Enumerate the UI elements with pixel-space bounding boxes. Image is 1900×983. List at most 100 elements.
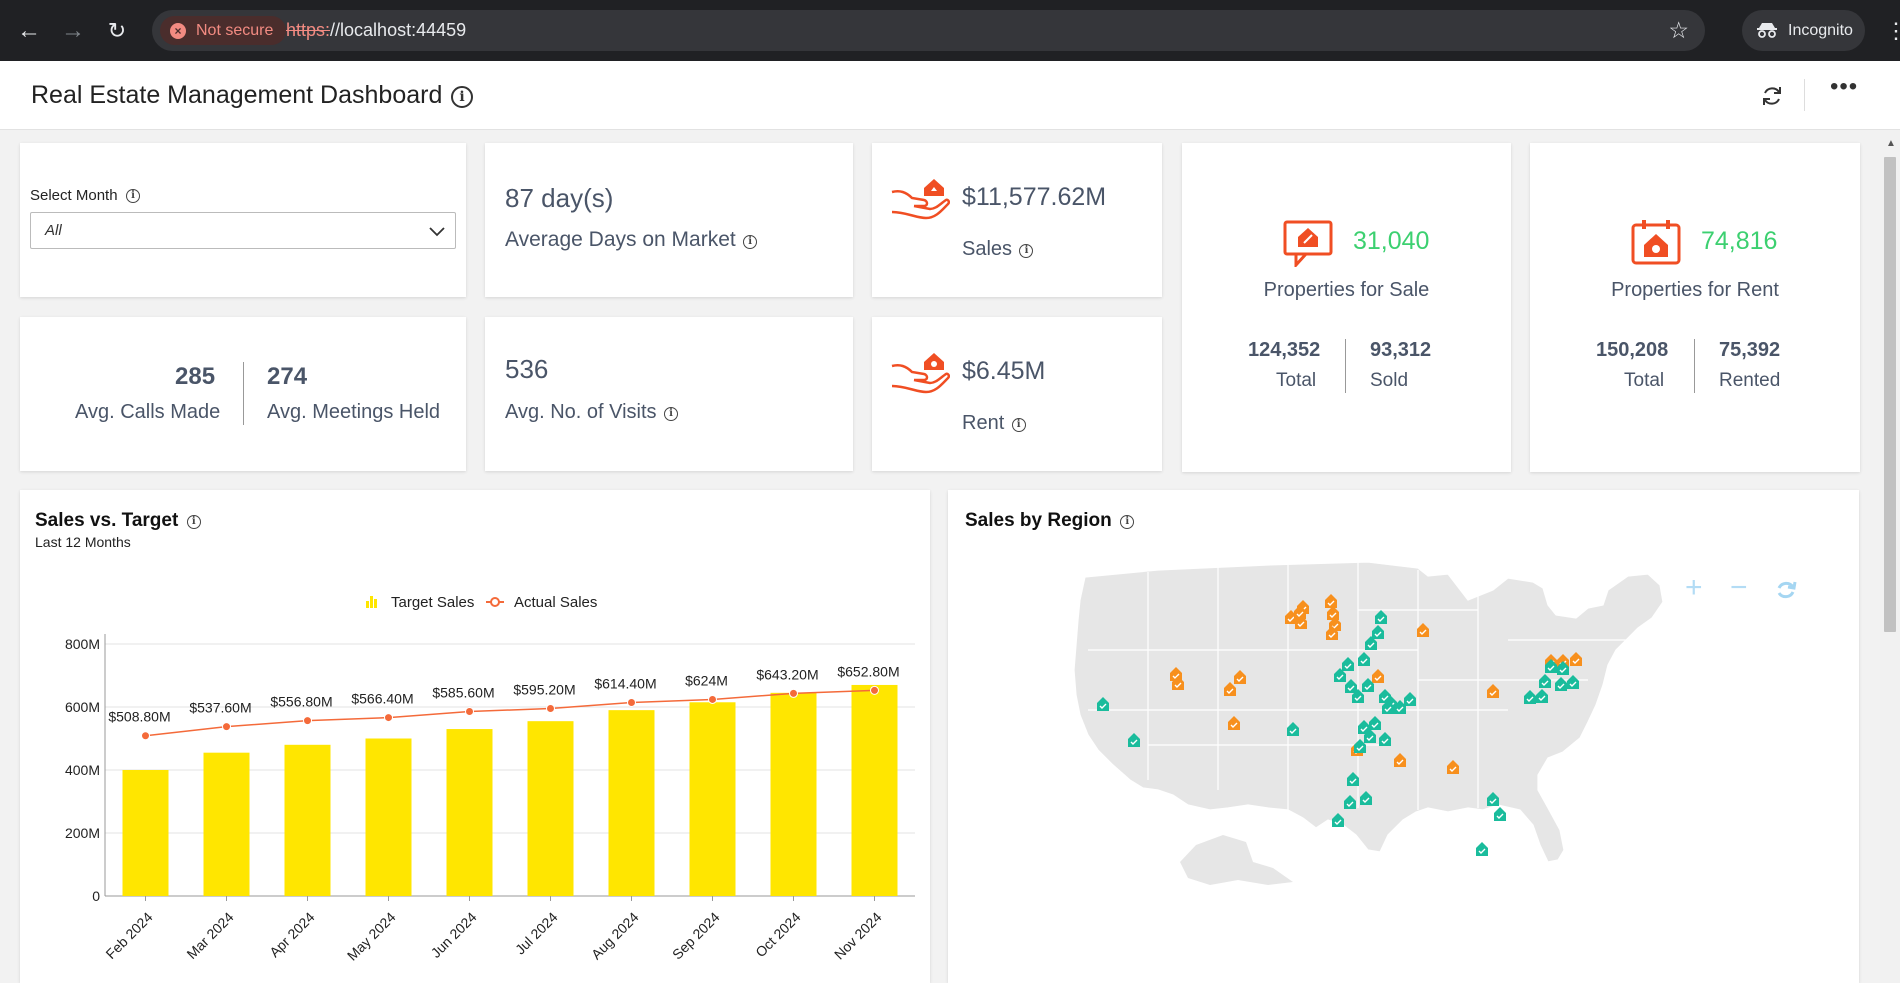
x-tick-label: Oct 2024 bbox=[752, 909, 804, 961]
back-icon[interactable]: ← bbox=[12, 14, 46, 48]
y-tick-label: 0 bbox=[92, 888, 100, 904]
divider bbox=[1345, 339, 1346, 393]
rent-card: $6.45M Rent i bbox=[872, 317, 1162, 471]
target-bar[interactable] bbox=[851, 684, 898, 896]
visits-card: 536 Avg. No. of Visits i bbox=[485, 317, 853, 471]
scroll-up-icon[interactable]: ▲ bbox=[1886, 138, 1896, 149]
actual-sales-point[interactable] bbox=[789, 688, 798, 698]
target-bar[interactable] bbox=[284, 744, 331, 896]
for-rent-total-value: 150,208 bbox=[1596, 339, 1669, 361]
actual-sales-point[interactable] bbox=[546, 704, 555, 714]
sale-location-marker[interactable] bbox=[1494, 807, 1506, 821]
refresh-icon[interactable] bbox=[1759, 83, 1785, 109]
us-mainland-shape bbox=[1073, 561, 1664, 863]
target-bar[interactable] bbox=[608, 710, 655, 896]
rent-calendar-icon bbox=[1631, 220, 1681, 265]
info-icon[interactable]: i bbox=[1019, 243, 1034, 258]
calls-value: 285 bbox=[175, 363, 216, 390]
x-tick-label: Nov 2024 bbox=[831, 909, 885, 963]
sale-location-marker[interactable] bbox=[1476, 842, 1488, 856]
info-icon[interactable]: i bbox=[743, 234, 758, 249]
legend-target-label: Target Sales bbox=[391, 594, 474, 611]
target-bar[interactable] bbox=[203, 752, 250, 896]
for-sale-sold-value: 93,312 bbox=[1370, 339, 1432, 361]
meetings-label: Avg. Meetings Held bbox=[267, 401, 441, 423]
title-info-icon[interactable]: i bbox=[451, 86, 473, 108]
for-rent-rented-value: 75,392 bbox=[1719, 339, 1781, 361]
calls-label: Avg. Calls Made bbox=[75, 401, 221, 423]
days-on-market-label: Average Days on Market bbox=[505, 228, 736, 251]
incognito-icon bbox=[1757, 23, 1777, 38]
target-bar[interactable] bbox=[689, 702, 736, 896]
incognito-badge[interactable]: Incognito bbox=[1742, 10, 1865, 51]
actual-sales-point[interactable] bbox=[384, 713, 393, 723]
y-tick-label: 400M bbox=[65, 762, 100, 778]
actual-sales-point[interactable] bbox=[870, 685, 879, 695]
sale-location-marker-shape bbox=[1476, 842, 1488, 856]
x-tick-label: Jul 2024 bbox=[512, 909, 561, 958]
data-label: $614.40M bbox=[594, 675, 656, 691]
for-sale-label: Properties for Sale bbox=[1263, 279, 1430, 301]
browser-menu-icon[interactable]: ⋮ bbox=[1885, 14, 1900, 48]
reload-icon[interactable]: ↻ bbox=[100, 14, 134, 48]
for-sale-sold-label: Sold bbox=[1370, 370, 1409, 391]
address-bar[interactable]: × Not secure https://localhost:44459 ☆ bbox=[152, 10, 1705, 51]
data-label: $652.80M bbox=[837, 663, 899, 679]
actual-sales-point[interactable] bbox=[222, 722, 231, 732]
data-label: $537.60M bbox=[189, 700, 251, 716]
data-label: $508.80M bbox=[108, 709, 170, 725]
sales-vs-target-card: Sales vs. Target i Last 12 Months Target… bbox=[20, 490, 930, 983]
security-chip[interactable]: × Not secure bbox=[160, 16, 287, 45]
x-tick-label: Apr 2024 bbox=[266, 909, 318, 961]
legend-actual-swatch[interactable] bbox=[486, 597, 504, 607]
data-label: $624M bbox=[685, 672, 728, 688]
meetings-value: 274 bbox=[267, 363, 308, 390]
target-bar[interactable] bbox=[365, 738, 412, 897]
month-filter-card: Select Month i All bbox=[20, 143, 466, 297]
data-label: $643.20M bbox=[756, 666, 818, 682]
more-options-icon[interactable]: ••• bbox=[1830, 73, 1858, 101]
target-bar[interactable] bbox=[122, 770, 169, 896]
actual-sales-point[interactable] bbox=[627, 697, 636, 707]
properties-for-rent-card: 74,816 Properties for Rent 150,208 Total… bbox=[1530, 143, 1860, 472]
properties-for-sale-card: 31,040 Properties for Sale 124,352 Total… bbox=[1182, 143, 1511, 472]
actual-sales-point[interactable] bbox=[708, 694, 717, 704]
page-scrollbar[interactable]: ▲ bbox=[1880, 130, 1900, 983]
url-host: //localhost:44459 bbox=[330, 20, 467, 40]
browser-toolbar: ← → ↻ × Not secure https://localhost:444… bbox=[0, 0, 1900, 61]
target-bar[interactable] bbox=[446, 729, 493, 896]
info-icon[interactable]: i bbox=[126, 188, 140, 203]
month-select[interactable]: All bbox=[30, 212, 456, 249]
rent-label: Rent bbox=[962, 412, 1005, 434]
legend-target-swatch[interactable] bbox=[366, 596, 377, 608]
days-on-market-value: 87 day(s) bbox=[505, 183, 614, 213]
for-rent-total-label: Total bbox=[1624, 370, 1665, 391]
bookmark-star-icon[interactable]: ☆ bbox=[1668, 10, 1689, 51]
visits-label: Avg. No. of Visits bbox=[505, 401, 657, 423]
for-rent-value: 74,816 bbox=[1701, 227, 1778, 255]
chart-x-axis: Feb 2024 Mar 2024 Apr 2024 May 2024 Jun 2024… bbox=[102, 896, 885, 964]
url-text[interactable]: https://localhost:44459 bbox=[286, 10, 466, 51]
actual-sales-point[interactable] bbox=[465, 707, 474, 717]
x-tick-label: Mar 2024 bbox=[183, 909, 236, 962]
info-icon[interactable]: i bbox=[664, 406, 679, 421]
not-secure-icon: × bbox=[170, 23, 186, 39]
chart-legend: Target Sales Actual Sales bbox=[366, 594, 597, 611]
sales-value: $11,577.62M bbox=[962, 183, 1107, 211]
forward-icon[interactable]: → bbox=[56, 14, 90, 48]
x-tick-label: May 2024 bbox=[344, 909, 399, 964]
sales-label: Sales bbox=[962, 238, 1013, 260]
us-map[interactable] bbox=[948, 490, 1859, 983]
days-on-market-label-row: Average Days on Market i bbox=[505, 228, 758, 252]
rent-value: $6.45M bbox=[962, 357, 1046, 385]
target-bar[interactable] bbox=[770, 692, 817, 896]
info-icon[interactable]: i bbox=[1011, 417, 1026, 432]
actual-sales-point[interactable] bbox=[141, 731, 150, 741]
target-bar[interactable] bbox=[527, 721, 574, 896]
scroll-thumb[interactable] bbox=[1884, 157, 1896, 632]
data-label: $566.40M bbox=[351, 691, 413, 707]
data-label: $556.80M bbox=[270, 694, 332, 710]
actual-sales-point[interactable] bbox=[303, 716, 312, 726]
page-title: Real Estate Management Dashboard bbox=[31, 81, 443, 109]
legend-actual-label: Actual Sales bbox=[514, 594, 597, 611]
